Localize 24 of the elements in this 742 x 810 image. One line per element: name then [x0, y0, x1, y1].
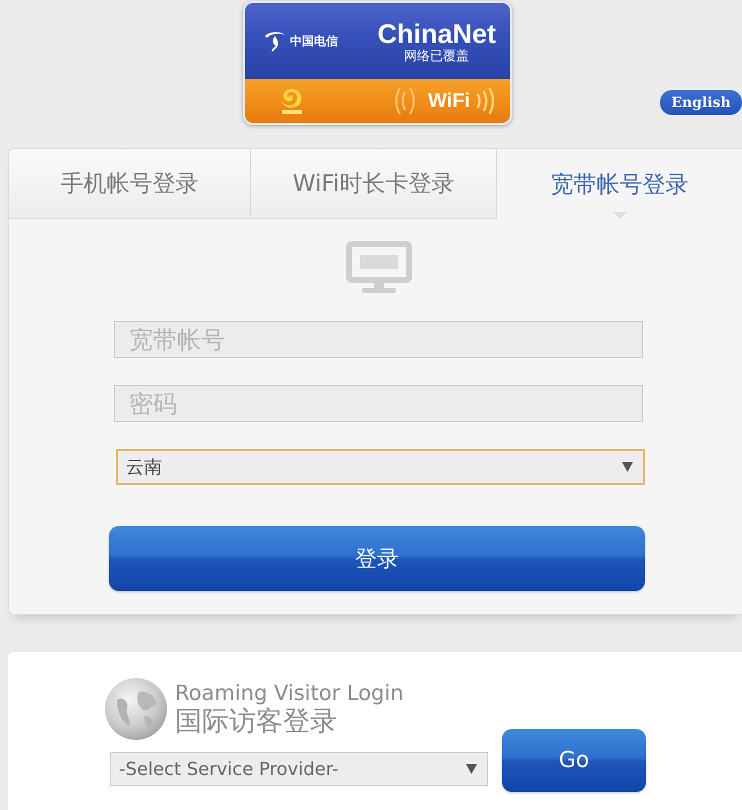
go-button[interactable]: Go — [502, 729, 646, 792]
roaming-title: Roaming Visitor Login — [175, 680, 404, 706]
language-button[interactable]: English — [660, 90, 742, 115]
login-button[interactable]: 登录 — [109, 526, 645, 591]
account-field[interactable]: 宽带帐号 — [114, 321, 643, 358]
wifi-waves-icon — [476, 88, 494, 114]
globe-icon — [105, 678, 167, 740]
monitor-icon — [346, 241, 412, 293]
brand-name: ChinaNet — [377, 18, 496, 48]
provider-select[interactable]: -Select Service Provider- — [110, 752, 488, 786]
login-tab[interactable]: 手机帐号登录 — [9, 149, 251, 219]
dropdown-caret-icon — [622, 462, 633, 472]
roaming-subtitle: 国际访客登录 — [175, 706, 338, 738]
brand-tagline: 网络已覆盖 — [404, 48, 470, 64]
dropdown-caret-icon — [466, 764, 477, 774]
signal-rays-icon — [394, 86, 416, 116]
region-select[interactable]: 云南 — [116, 449, 645, 485]
password-field[interactable]: 密码 — [114, 385, 643, 422]
carrier-logo-icon — [263, 30, 287, 52]
swirl-logo-icon — [279, 86, 305, 116]
login-tab[interactable]: 宽带帐号登录 — [497, 149, 742, 219]
login-tab[interactable]: WiFi时长卡登录 — [251, 149, 497, 219]
carrier-name: 中国电信 — [290, 32, 338, 50]
wifi-label: WiFi — [428, 90, 470, 112]
